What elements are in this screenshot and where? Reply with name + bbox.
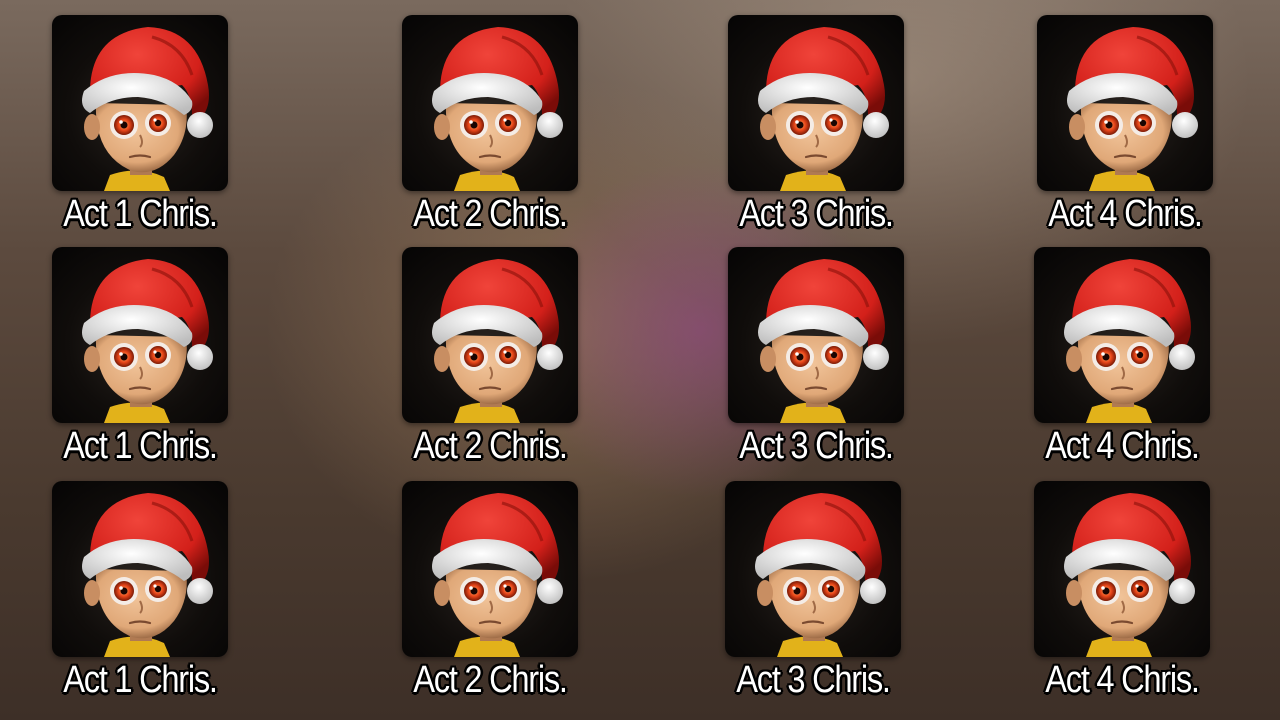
santa-hat-baby-face-icon[interactable]	[52, 15, 228, 191]
app-tile-act4-row3[interactable]: Act 4 Chris.	[997, 481, 1247, 717]
santa-hat-baby-face-icon[interactable]	[52, 481, 228, 657]
app-tile-act2-row1[interactable]: Act 2 Chris.	[365, 15, 615, 251]
app-tile-act4-row1[interactable]: Act 4 Chris.	[1000, 15, 1250, 251]
santa-hat-baby-face-icon[interactable]	[52, 247, 228, 423]
app-tile-act1-row3[interactable]: Act 1 Chris.	[15, 481, 265, 717]
santa-hat-baby-face-icon[interactable]	[728, 247, 904, 423]
app-tile-act3-row3[interactable]: Act 3 Chris.	[688, 481, 938, 717]
santa-hat-baby-face-icon[interactable]	[1037, 15, 1213, 191]
app-label: Act 2 Chris.	[413, 425, 568, 467]
santa-hat-baby-face-icon[interactable]	[402, 15, 578, 191]
app-tile-act4-row2[interactable]: Act 4 Chris.	[997, 247, 1247, 483]
app-label: Act 3 Chris.	[739, 193, 894, 235]
santa-hat-baby-face-icon[interactable]	[402, 481, 578, 657]
app-grid: Act 1 Chris. Act 2 Chris. Act 3 Chris. A…	[0, 0, 1280, 720]
app-label: Act 1 Chris.	[63, 193, 218, 235]
app-label: Act 2 Chris.	[413, 193, 568, 235]
app-tile-act3-row2[interactable]: Act 3 Chris.	[691, 247, 941, 483]
app-label: Act 3 Chris.	[736, 659, 891, 701]
santa-hat-baby-face-icon[interactable]	[402, 247, 578, 423]
app-label: Act 4 Chris.	[1045, 659, 1200, 701]
app-label: Act 3 Chris.	[739, 425, 894, 467]
santa-hat-baby-face-icon[interactable]	[725, 481, 901, 657]
app-tile-act1-row2[interactable]: Act 1 Chris.	[15, 247, 265, 483]
santa-hat-baby-face-icon[interactable]	[728, 15, 904, 191]
app-tile-act2-row2[interactable]: Act 2 Chris.	[365, 247, 615, 483]
app-tile-act2-row3[interactable]: Act 2 Chris.	[365, 481, 615, 717]
app-label: Act 2 Chris.	[413, 659, 568, 701]
app-label: Act 1 Chris.	[63, 659, 218, 701]
app-label: Act 4 Chris.	[1045, 425, 1200, 467]
app-tile-act3-row1[interactable]: Act 3 Chris.	[691, 15, 941, 251]
app-tile-act1-row1[interactable]: Act 1 Chris.	[15, 15, 265, 251]
santa-hat-baby-face-icon[interactable]	[1034, 481, 1210, 657]
app-label: Act 1 Chris.	[63, 425, 218, 467]
app-label: Act 4 Chris.	[1048, 193, 1203, 235]
santa-hat-baby-face-icon[interactable]	[1034, 247, 1210, 423]
